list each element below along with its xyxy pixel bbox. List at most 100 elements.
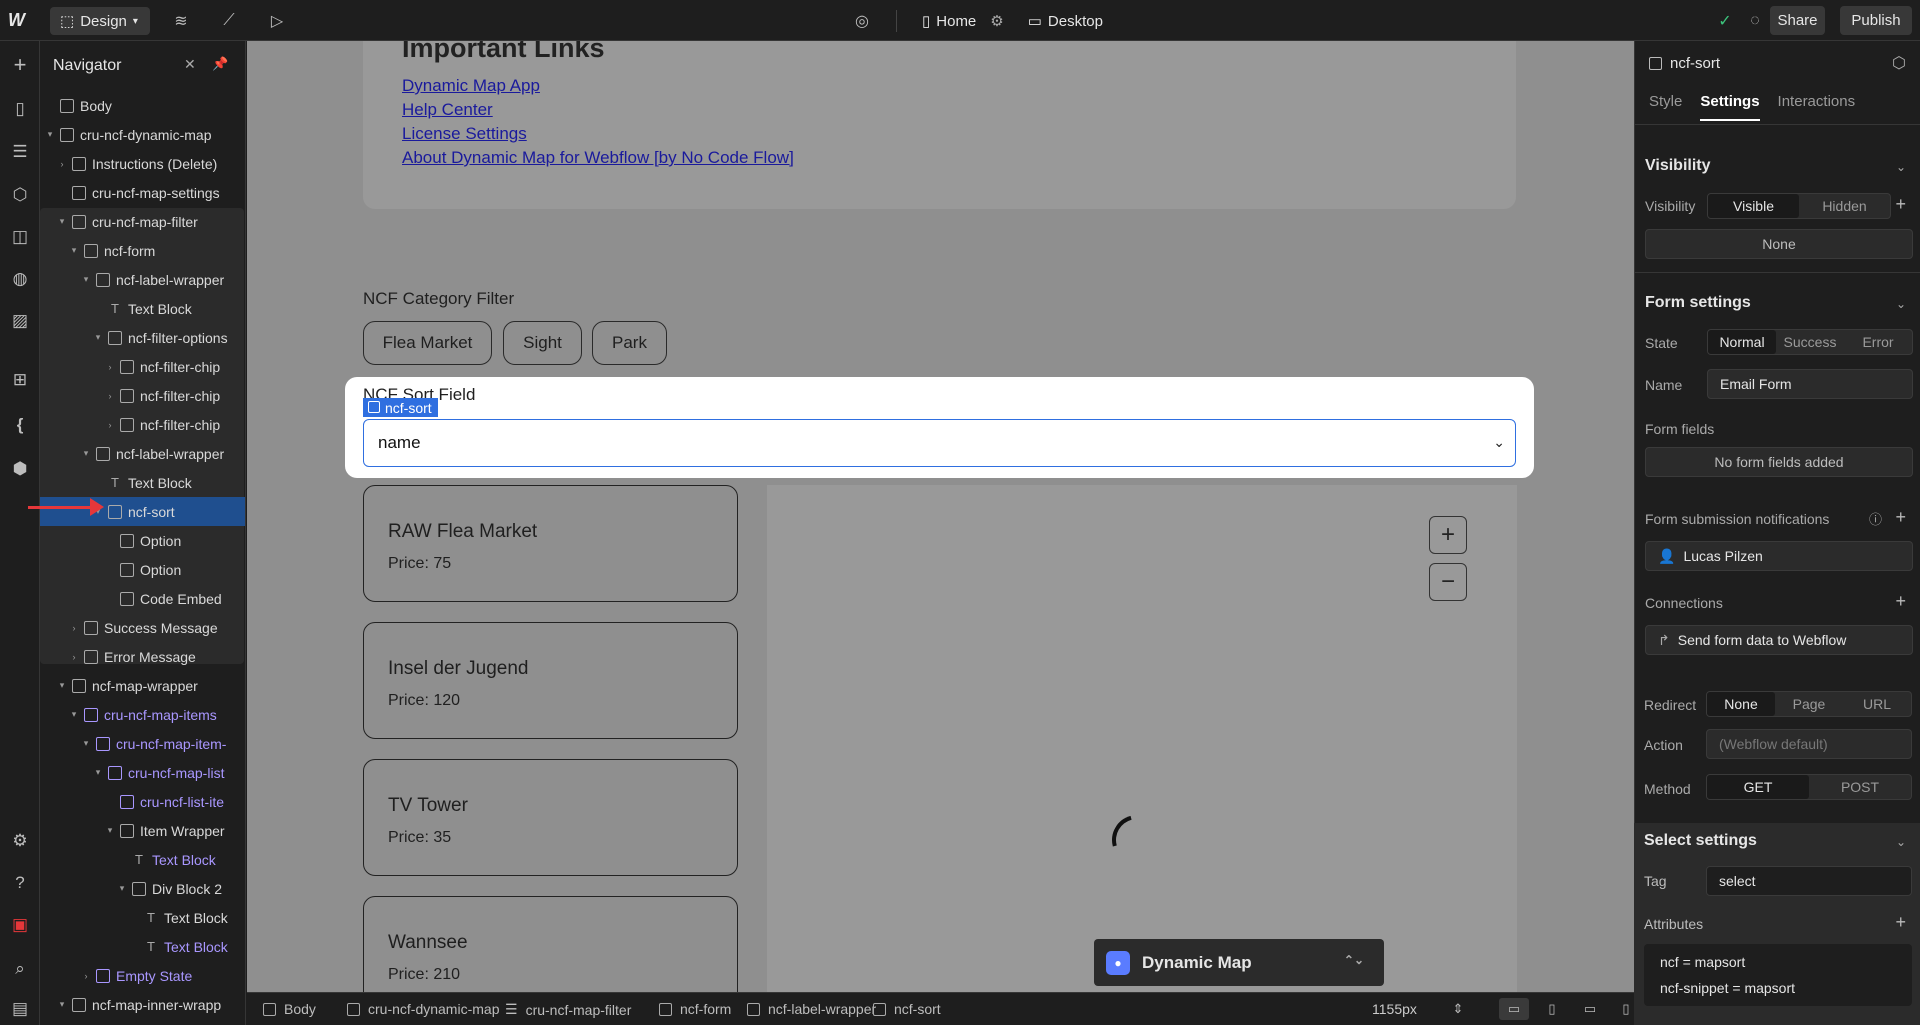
expand-caret-icon[interactable]: ▾	[68, 245, 80, 256]
tablet-breakpoint-icon[interactable]: ▯	[1537, 998, 1567, 1020]
state-error[interactable]: Error	[1844, 330, 1912, 354]
cms-icon[interactable]: ≋	[170, 10, 192, 32]
tree-item[interactable]: › ncf-filter-chip	[40, 410, 245, 439]
list-item[interactable]: Insel der Jugend Price: 120	[363, 622, 738, 739]
form-name-input[interactable]: Email Form	[1707, 369, 1913, 399]
link-about[interactable]: About Dynamic Map for Webflow [by No Cod…	[402, 148, 794, 168]
state-normal[interactable]: Normal	[1708, 330, 1776, 354]
dynamic-map-app-widget[interactable]: ● Dynamic Map ⌃⌄	[1094, 939, 1384, 986]
expand-caret-icon[interactable]: ▾	[44, 129, 56, 140]
crumb-form[interactable]: ncf-form	[659, 1001, 731, 1017]
link-license-settings[interactable]: License Settings	[402, 124, 527, 144]
globe-icon[interactable]: ◎	[851, 10, 873, 32]
expand-caret-icon[interactable]: ›	[104, 362, 116, 372]
add-connection-icon[interactable]: +	[1895, 591, 1906, 612]
assets-icon[interactable]: ▨	[8, 309, 32, 333]
expand-caret-icon[interactable]: ▾	[56, 680, 68, 691]
add-condition-icon[interactable]: +	[1895, 194, 1906, 215]
tree-item[interactable]: ▾ ncf-label-wrapper	[40, 265, 245, 294]
desktop-breakpoint-icon[interactable]: ▭	[1499, 998, 1529, 1020]
expand-caret-icon[interactable]: ›	[68, 652, 80, 662]
list-item[interactable]: RAW Flea Market Price: 75	[363, 485, 738, 602]
component-icon[interactable]: ⬡	[1892, 53, 1906, 73]
publish-button[interactable]: Publish	[1840, 6, 1912, 35]
expand-caret-icon[interactable]: ›	[56, 159, 68, 169]
tab-style[interactable]: Style	[1649, 93, 1682, 121]
info-icon[interactable]: ⓘ	[1869, 509, 1882, 528]
list-item[interactable]: TV Tower Price: 35	[363, 759, 738, 876]
crumb-body[interactable]: Body	[263, 1001, 316, 1017]
link-dynamic-map-app[interactable]: Dynamic Map App	[402, 76, 540, 96]
expand-caret-icon[interactable]: ▾	[116, 883, 128, 894]
filter-chip-flea-market[interactable]: Flea Market	[363, 321, 492, 365]
visibility-title[interactable]: Visibility	[1645, 157, 1711, 175]
comment-icon[interactable]: ◌	[1744, 10, 1766, 32]
expand-caret-icon[interactable]: ▾	[68, 709, 80, 720]
tree-item[interactable]: cru-ncf-list-ite	[40, 787, 245, 816]
zoom-out-button[interactable]: −	[1429, 563, 1467, 601]
crumb-sort[interactable]: ncf-sort	[873, 1001, 941, 1017]
design-canvas[interactable]: Important Links Dynamic Map App Help Cen…	[247, 41, 1634, 992]
cube-icon[interactable]: ⬢	[8, 457, 32, 481]
action-input[interactable]: (Webflow default)	[1706, 729, 1912, 759]
tree-item[interactable]: › Error Message	[40, 642, 245, 671]
tree-item[interactable]: Body	[40, 91, 245, 120]
tab-settings[interactable]: Settings	[1700, 93, 1760, 121]
search-icon[interactable]: ⌕	[8, 957, 32, 981]
hidden-option[interactable]: Hidden	[1799, 194, 1890, 218]
attribute-item[interactable]: ncf-snippet = mapsort	[1660, 980, 1795, 996]
help-icon[interactable]: ?	[8, 871, 32, 895]
form-state-toggle[interactable]: Normal Success Error	[1707, 329, 1913, 355]
landscape-breakpoint-icon[interactable]: ▭	[1575, 998, 1605, 1020]
redirect-page[interactable]: Page	[1775, 692, 1843, 716]
link-help-center[interactable]: Help Center	[402, 100, 493, 120]
tree-item[interactable]: ▾ ncf-form	[40, 236, 245, 265]
expand-caret-icon[interactable]: ▾	[80, 738, 92, 749]
crumb-dynamic-map[interactable]: cru-ncf-dynamic-map	[347, 1001, 499, 1017]
expand-caret-icon[interactable]: ▾	[92, 332, 104, 343]
method-get[interactable]: GET	[1707, 775, 1809, 799]
expand-caret-icon[interactable]: ▾	[104, 825, 116, 836]
expand-caret-icon[interactable]: ▾	[80, 448, 92, 459]
settings-icon[interactable]: ⚙	[8, 829, 32, 853]
crumb-map-filter[interactable]: ☰ cru-ncf-map-filter	[505, 1001, 631, 1018]
map-area[interactable]	[767, 485, 1517, 992]
tree-item[interactable]: T Text Block	[40, 903, 245, 932]
record-icon[interactable]: ▣	[8, 913, 32, 937]
tree-item[interactable]: › Instructions (Delete)	[40, 149, 245, 178]
expand-icon[interactable]: ⌃⌄	[1344, 953, 1364, 967]
tag-input[interactable]: select	[1706, 866, 1912, 896]
filter-chip-sight[interactable]: Sight	[503, 321, 582, 365]
webflow-logo-icon[interactable]: W	[8, 10, 32, 30]
tree-item[interactable]: ▾ cru-ncf-map-list	[40, 758, 245, 787]
variables-icon[interactable]: ◫	[8, 225, 32, 249]
tree-item[interactable]: ▾ cru-ncf-map-filter	[40, 207, 245, 236]
styles-icon[interactable]: ◍	[8, 267, 32, 291]
filter-chip-park[interactable]: Park	[592, 321, 667, 365]
expand-caret-icon[interactable]: ›	[80, 971, 92, 981]
preview-play-icon[interactable]: ▷	[266, 10, 288, 32]
visibility-toggle[interactable]: Visible Hidden	[1707, 193, 1891, 219]
expand-caret-icon[interactable]: ›	[104, 391, 116, 401]
mode-dropdown[interactable]: ⬚ Design ▾	[50, 7, 150, 35]
tree-item[interactable]: › ncf-filter-chip	[40, 352, 245, 381]
zoom-in-button[interactable]: +	[1429, 516, 1467, 554]
gear-icon[interactable]: ⚙	[990, 12, 1003, 30]
tree-item[interactable]: › Success Message	[40, 613, 245, 642]
form-settings-title[interactable]: Form settings	[1645, 294, 1751, 312]
expand-caret-icon[interactable]: ▾	[80, 274, 92, 285]
chevron-down-icon[interactable]: ⌄	[1896, 297, 1906, 311]
tab-interactions[interactable]: Interactions	[1778, 93, 1856, 121]
add-notification-icon[interactable]: +	[1895, 507, 1906, 528]
tree-item[interactable]: T Text Block	[40, 845, 245, 874]
tree-item[interactable]: cru-ncf-map-settings	[40, 178, 245, 207]
redirect-toggle[interactable]: None Page URL	[1706, 691, 1912, 717]
tree-item[interactable]: ▾ cru-ncf-map-item-	[40, 729, 245, 758]
page-selector[interactable]: ▯ Home ⚙ ▭ Desktop	[922, 8, 1103, 34]
check-icon[interactable]: ✓	[1714, 10, 1736, 32]
tree-item[interactable]: Option	[40, 555, 245, 584]
tree-item[interactable]: › Empty State	[40, 961, 245, 990]
visible-option[interactable]: Visible	[1708, 194, 1799, 218]
expand-caret-icon[interactable]: ▾	[56, 999, 68, 1010]
tree-item[interactable]: T Text Block	[40, 294, 245, 323]
